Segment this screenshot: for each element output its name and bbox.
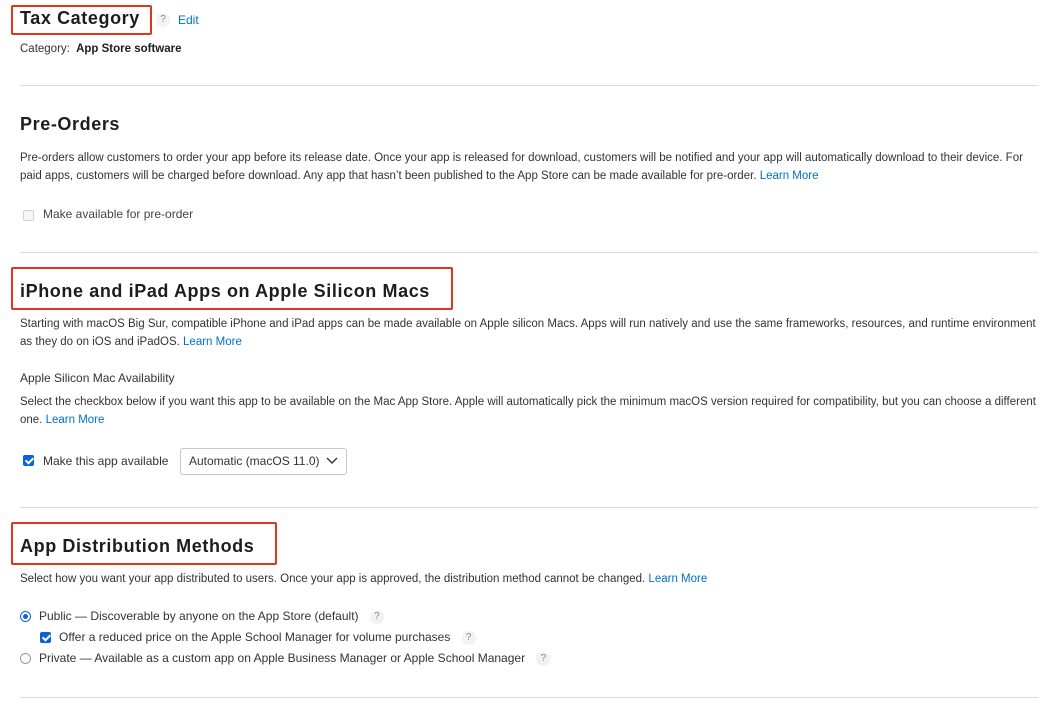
category-label: Category: <box>20 43 70 55</box>
school-discount-checkbox[interactable] <box>40 632 51 643</box>
school-help-icon[interactable]: ? <box>461 630 476 645</box>
make-available-checkbox[interactable] <box>23 455 34 466</box>
tax-category-edit-link[interactable]: Edit <box>178 13 199 27</box>
school-discount-text: Offer a reduced price on the Apple Schoo… <box>59 630 451 644</box>
make-available-label: Make this app available <box>43 454 169 468</box>
divider-2 <box>20 252 1038 253</box>
availability-learn-more-link[interactable]: Learn More <box>46 414 105 426</box>
pre-orders-description-text: Pre-orders allow customers to order your… <box>20 152 1023 182</box>
chevron-down-icon <box>326 457 338 464</box>
pre-orders-description: Pre-orders allow customers to order your… <box>20 149 1040 185</box>
divider-1 <box>20 85 1038 86</box>
pre-order-checkbox[interactable] <box>23 210 34 221</box>
macos-version-select-value: Automatic (macOS 11.0) <box>189 454 320 468</box>
availability-description: Select the checkbox below if you want th… <box>20 393 1040 429</box>
private-radio[interactable] <box>20 653 31 664</box>
public-option-text: Public — Discoverable by anyone on the A… <box>39 609 359 623</box>
macos-version-select[interactable]: Automatic (macOS 11.0) <box>180 448 347 475</box>
tax-category-title: Tax Category <box>20 8 140 28</box>
silicon-macs-title: iPhone and iPad Apps on Apple Silicon Ma… <box>20 281 430 301</box>
pre-orders-learn-more-link[interactable]: Learn More <box>760 170 819 182</box>
silicon-macs-description-text: Starting with macOS Big Sur, compatible … <box>20 318 1036 348</box>
distribution-description: Select how you want your app distributed… <box>20 570 1040 588</box>
school-discount-label: Offer a reduced price on the Apple Schoo… <box>59 630 476 645</box>
divider-4 <box>20 697 1038 698</box>
private-option-text: Private — Available as a custom app on A… <box>39 651 526 665</box>
pre-order-checkbox-label: Make available for pre-order <box>43 207 194 221</box>
divider-3 <box>20 507 1038 508</box>
silicon-macs-learn-more-link[interactable]: Learn More <box>183 336 242 348</box>
tax-category-row: Category: App Store software <box>20 43 182 55</box>
pre-orders-title: Pre-Orders <box>20 114 121 134</box>
category-value: App Store software <box>76 43 182 55</box>
silicon-macs-description: Starting with macOS Big Sur, compatible … <box>20 315 1040 351</box>
tax-category-help-icon[interactable]: ? <box>156 13 170 27</box>
public-option-label: Public — Discoverable by anyone on the A… <box>39 609 384 624</box>
availability-description-text: Select the checkbox below if you want th… <box>20 396 1036 426</box>
distribution-description-text: Select how you want your app distributed… <box>20 573 646 585</box>
private-option-label: Private — Available as a custom app on A… <box>39 651 551 666</box>
availability-heading: Apple Silicon Mac Availability <box>20 371 175 385</box>
public-radio[interactable] <box>20 611 31 622</box>
distribution-title: App Distribution Methods <box>20 536 255 556</box>
distribution-learn-more-link[interactable]: Learn More <box>648 573 707 585</box>
private-help-icon[interactable]: ? <box>536 651 551 666</box>
public-help-icon[interactable]: ? <box>369 609 384 624</box>
